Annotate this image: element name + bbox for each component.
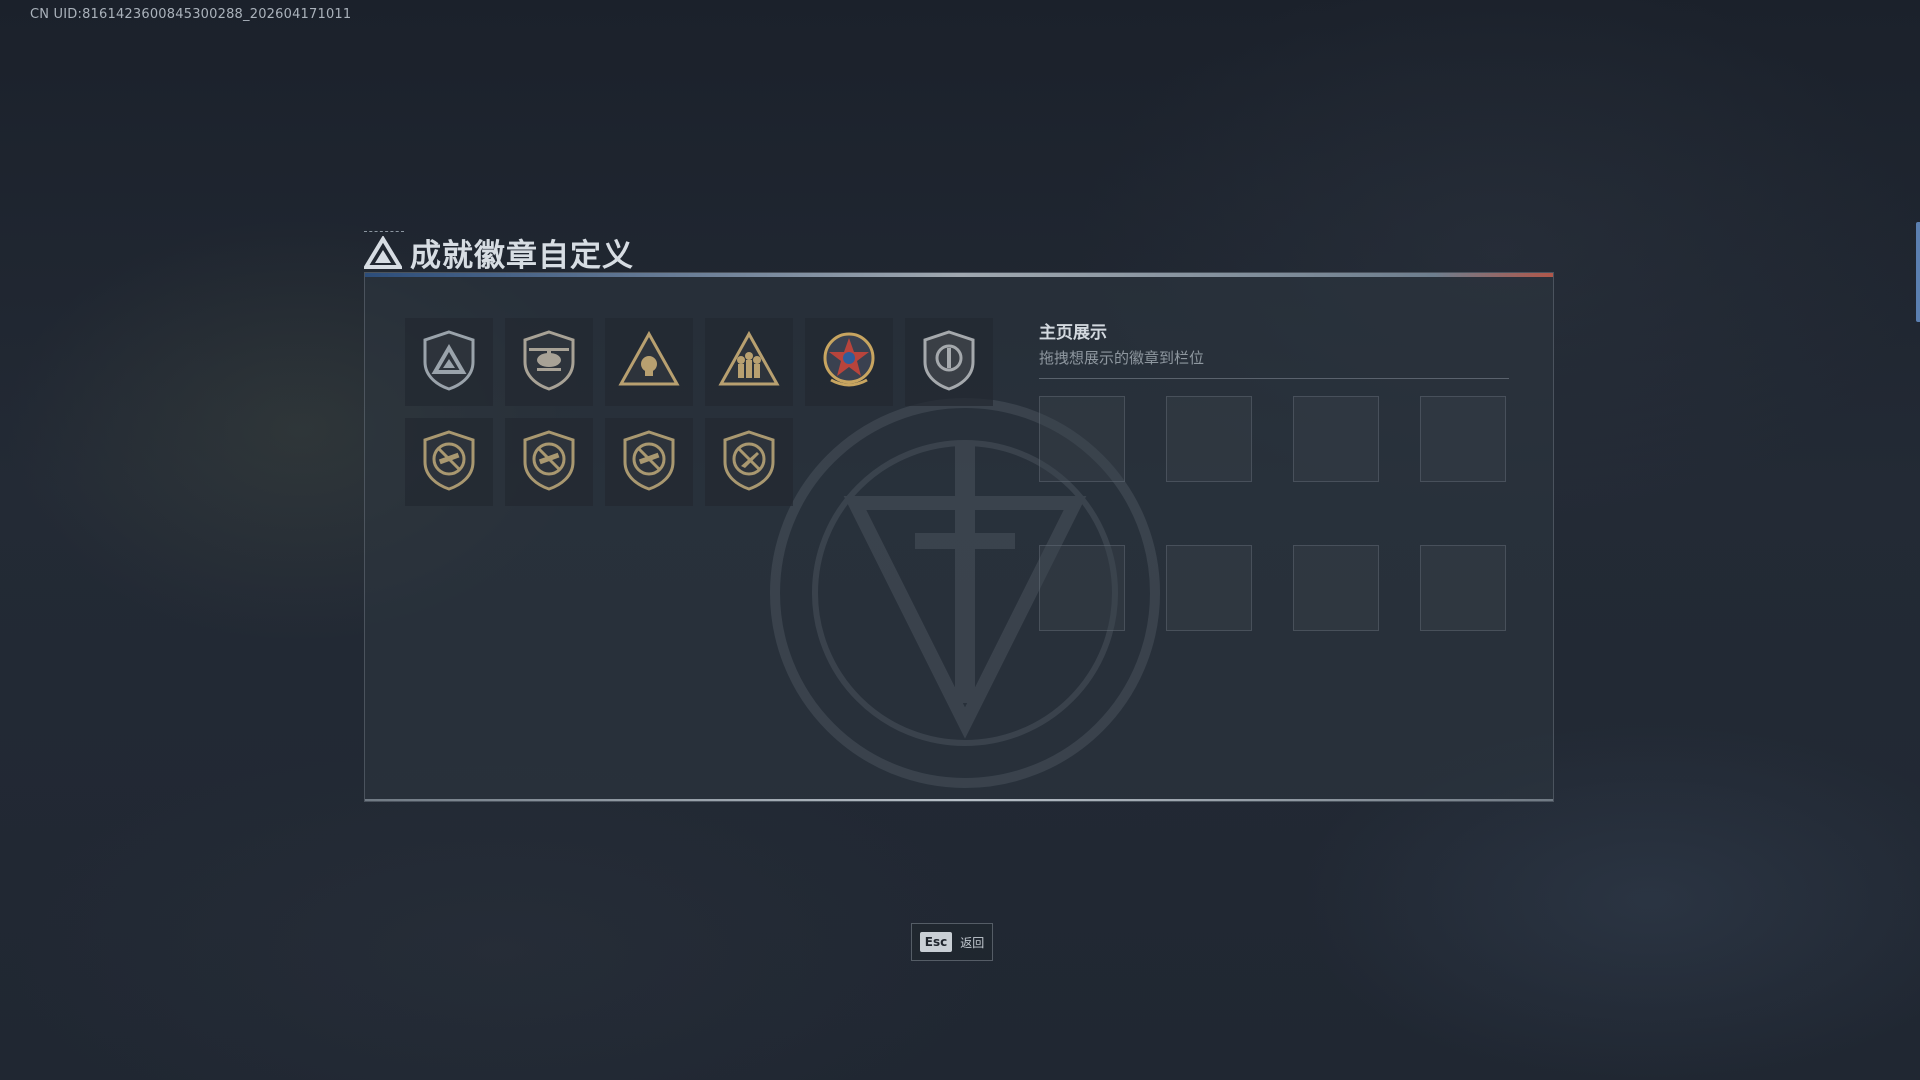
page-title: 成就徽章自定义 [410,238,634,274]
round-shield-badge-icon [917,328,981,396]
crossed-rifle-shield-badge-icon [617,428,681,496]
badge-inventory-grid [405,318,993,506]
star-medal-badge-icon [817,328,881,396]
showcase-slot[interactable] [1420,545,1506,631]
badge-item[interactable] [905,318,993,406]
back-button[interactable]: Esc 返回 [911,923,993,961]
crossed-knife-shield-badge-icon [717,428,781,496]
showcase-slot[interactable] [1166,396,1252,482]
showcase-slot[interactable] [1166,545,1252,631]
badge-item[interactable] [805,318,893,406]
badge-item[interactable] [405,418,493,506]
esc-key-hint: Esc [919,932,953,952]
showcase-slot[interactable] [1293,396,1379,482]
uid-text: CN UID:8161423600845300288_202604171011 [30,7,352,22]
crossed-rifle-shield-badge-icon [417,428,481,496]
showcase-subtitle: 拖拽想展示的徽章到栏位 [1039,349,1205,367]
badge-item[interactable] [605,318,693,406]
side-tab-indicator[interactable] [1916,222,1920,322]
showcase-slot[interactable] [1420,396,1506,482]
page-header: 成就徽章自定义 [364,230,634,275]
badge-item[interactable] [705,418,793,506]
crossed-rifle-shield-badge-icon [517,428,581,496]
back-label: 返回 [960,935,985,950]
badge-item[interactable] [705,318,793,406]
triangle-shield-badge-icon [417,328,481,396]
helicopter-badge-icon [517,328,581,396]
panel-bottom-accent [365,799,1553,801]
homepage-showcase: 主页展示 拖拽想展示的徽章到栏位 [1039,318,1509,631]
badge-customize-panel: 主页展示 拖拽想展示的徽章到栏位 [364,272,1554,802]
badge-item[interactable] [505,418,593,506]
badge-item[interactable] [605,418,693,506]
badge-item[interactable] [505,318,593,406]
triangle-soldiers-badge-icon [717,328,781,396]
showcase-title: 主页展示 [1039,323,1107,343]
showcase-slot[interactable] [1293,545,1379,631]
panel-top-accent [365,273,1553,277]
showcase-slot-grid [1039,396,1506,631]
showcase-slot[interactable] [1039,545,1125,631]
showcase-divider [1039,378,1509,379]
showcase-slot[interactable] [1039,396,1125,482]
triangle-skull-badge-icon [617,328,681,396]
triangle-logo-icon [364,235,402,269]
badge-item[interactable] [405,318,493,406]
